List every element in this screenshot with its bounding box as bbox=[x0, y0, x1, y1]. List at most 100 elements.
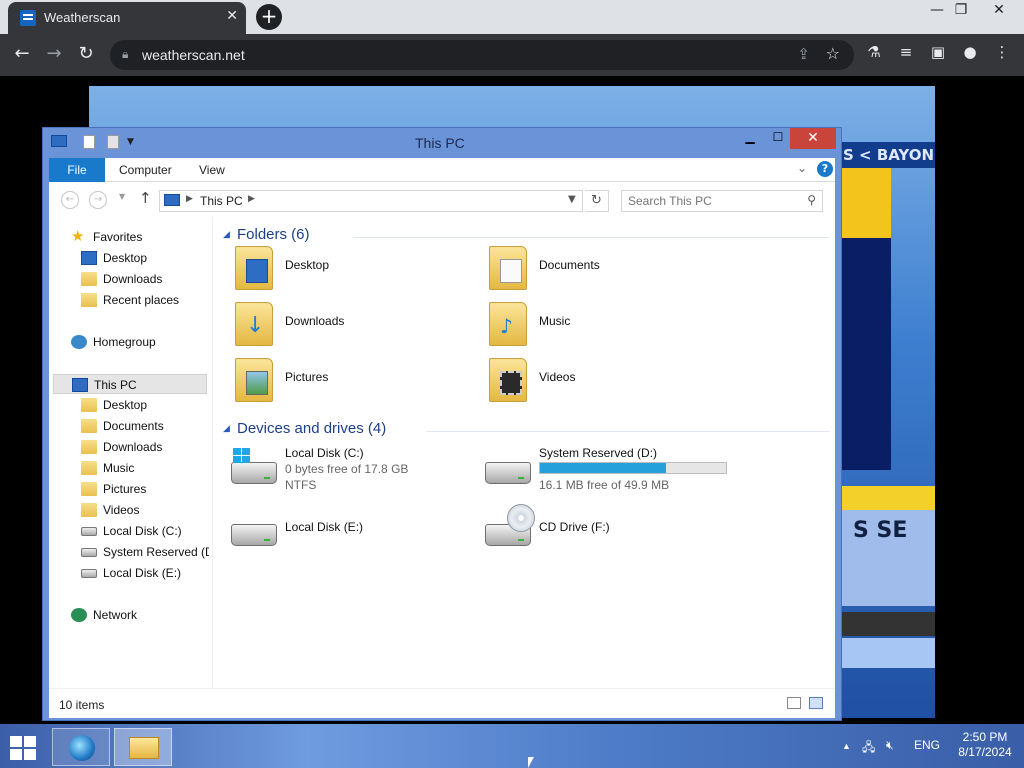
network-tray-icon[interactable]: 🖧︎ bbox=[862, 738, 875, 759]
forward-icon[interactable]: → bbox=[42, 43, 66, 64]
item-count: 10 items bbox=[59, 698, 105, 712]
folder-music[interactable]: ♪ Music bbox=[489, 300, 689, 352]
profile-icon[interactable]: ● bbox=[958, 43, 982, 61]
breadcrumb[interactable]: This PC bbox=[200, 194, 243, 208]
new-folder-icon[interactable] bbox=[107, 135, 119, 149]
homegroup-icon bbox=[71, 335, 87, 349]
drive-name: System Reserved (D:) bbox=[539, 446, 658, 460]
folders-group-header[interactable]: ◢ Folders (6) bbox=[223, 226, 343, 246]
group-label: Folders (6) bbox=[237, 226, 310, 243]
recent-locations-icon[interactable]: ▼ bbox=[119, 192, 125, 201]
collapse-arrow-icon[interactable]: ◢ bbox=[223, 423, 230, 434]
folder-videos[interactable]: Videos bbox=[489, 356, 689, 408]
refresh-button[interactable]: ↻ bbox=[585, 190, 609, 212]
downloads-folder-icon bbox=[81, 272, 97, 286]
browser-tab[interactable]: Weatherscan ✕ bbox=[8, 2, 246, 34]
up-icon[interactable]: ↑ bbox=[139, 189, 152, 207]
tab-view[interactable]: View bbox=[199, 158, 225, 182]
drive-e[interactable]: Local Disk (E:) bbox=[231, 518, 431, 558]
videos-folder-icon bbox=[489, 358, 527, 402]
reading-list-icon[interactable]: ≡ bbox=[894, 43, 918, 61]
back-button[interactable]: ← bbox=[61, 191, 79, 209]
nav-label: Music bbox=[103, 461, 135, 475]
folder-name: Music bbox=[539, 314, 571, 328]
side-panel-icon[interactable]: ▣ bbox=[926, 43, 950, 61]
drive-filesystem: NTFS bbox=[285, 478, 317, 492]
drive-f[interactable]: CD Drive (F:) bbox=[485, 502, 685, 558]
drive-d[interactable]: System Reserved (D:) 16.1 MB free of 49.… bbox=[485, 446, 745, 496]
drive-name: Local Disk (E:) bbox=[285, 520, 364, 534]
share-icon[interactable]: ⇪ bbox=[797, 45, 810, 63]
ribbon: File Computer View ⌄ ? bbox=[49, 158, 835, 182]
folder-desktop[interactable]: Desktop bbox=[235, 244, 435, 296]
expand-ribbon-icon[interactable]: ⌄ bbox=[797, 161, 807, 175]
taskbar-file-explorer[interactable] bbox=[114, 728, 172, 766]
nav-label: This PC bbox=[94, 378, 137, 392]
address-dropdown-icon[interactable]: ▼ bbox=[568, 194, 576, 205]
computer-icon bbox=[164, 194, 180, 206]
hard-drive-icon bbox=[485, 462, 531, 484]
details-view-icon[interactable] bbox=[787, 697, 801, 709]
browser-restore-button[interactable]: ❐ bbox=[946, 2, 976, 18]
nav-this-pc[interactable]: This PC bbox=[53, 374, 207, 394]
clock-time: 2:50 PM bbox=[962, 730, 1008, 744]
new-tab-button[interactable]: + bbox=[256, 4, 282, 30]
tab-computer[interactable]: Computer bbox=[119, 158, 172, 182]
language-indicator[interactable]: ENG bbox=[914, 738, 940, 752]
nav-label: Recent places bbox=[103, 293, 180, 307]
nav-label: Videos bbox=[103, 503, 140, 517]
devices-group-header[interactable]: ◢ Devices and drives (4) bbox=[223, 420, 393, 440]
tab-close-icon[interactable]: ✕ bbox=[226, 7, 238, 24]
back-icon[interactable]: ← bbox=[10, 43, 34, 64]
search-input[interactable] bbox=[628, 193, 796, 209]
folder-pictures[interactable]: Pictures bbox=[235, 356, 435, 408]
menu-kebab-icon[interactable]: ⋮ bbox=[990, 43, 1014, 61]
close-button[interactable]: ✕ bbox=[790, 128, 836, 149]
taskbar-internet-explorer[interactable] bbox=[52, 728, 110, 766]
file-explorer-icon bbox=[129, 737, 159, 759]
lock-icon[interactable]: 🔒︎ bbox=[122, 47, 128, 62]
address-box[interactable]: ▶ This PC ▶ ▼ bbox=[159, 190, 583, 212]
volume-muted-icon[interactable]: 🔇︎ bbox=[886, 738, 894, 753]
clock[interactable]: 2:50 PM 8/17/2024 bbox=[952, 730, 1018, 760]
star-icon: ★ bbox=[71, 228, 85, 245]
help-icon[interactable]: ? bbox=[817, 161, 833, 177]
weather-map bbox=[841, 168, 891, 470]
nav-label: Homegroup bbox=[93, 335, 156, 349]
bookmark-star-icon[interactable]: ☆ bbox=[826, 44, 840, 63]
navigation-bar: ← → ▼ ↑ ▶ This PC ▶ ▼ ↻ ⚲ bbox=[49, 182, 835, 218]
breadcrumb-chevron-icon[interactable]: ▶ bbox=[186, 194, 193, 204]
search-icon[interactable]: ⚲ bbox=[807, 193, 816, 207]
address-bar[interactable]: 🔒︎ weatherscan.net ⇪ ☆ bbox=[110, 40, 854, 70]
explorer-title-bar[interactable]: ▼ This PC ▁ ☐ ✕ bbox=[43, 128, 841, 156]
url-text: weatherscan.net bbox=[142, 47, 245, 63]
minimize-button[interactable]: ▁ bbox=[739, 130, 761, 144]
clock-date: 8/17/2024 bbox=[958, 745, 1012, 759]
breadcrumb-chevron-icon[interactable]: ▶ bbox=[248, 194, 255, 204]
properties-icon[interactable] bbox=[83, 135, 95, 149]
collapse-arrow-icon[interactable]: ◢ bbox=[223, 229, 230, 240]
folder-icon bbox=[81, 503, 97, 517]
tab-file[interactable]: File bbox=[49, 158, 105, 182]
taskbar: ▲ 🖧︎ 🔇︎ ENG 2:50 PM 8/17/2024 bbox=[0, 724, 1024, 768]
browser-toolbar: ← → ↻ 🔒︎ weatherscan.net ⇪ ☆ ⚗ ≡ ▣ ● ⋮ bbox=[0, 34, 1024, 76]
customize-toolbar-icon[interactable]: ▼ bbox=[127, 137, 134, 147]
folder-downloads[interactable]: ↓ Downloads bbox=[235, 300, 435, 352]
nav-pc-disk-d[interactable]: System Reserved (D:) bbox=[81, 542, 209, 562]
group-divider bbox=[353, 237, 829, 238]
search-box[interactable]: ⚲ bbox=[621, 190, 823, 212]
tab-title: Weatherscan bbox=[44, 10, 121, 25]
large-icons-view-icon[interactable] bbox=[809, 697, 823, 709]
reload-icon[interactable]: ↻ bbox=[74, 43, 98, 64]
start-button[interactable] bbox=[8, 734, 38, 760]
maximize-button[interactable]: ☐ bbox=[767, 130, 789, 144]
this-pc-icon bbox=[51, 135, 67, 147]
weather-ticker: S < BAYONI bbox=[841, 142, 935, 168]
folder-documents[interactable]: Documents bbox=[489, 244, 689, 296]
group-divider bbox=[427, 431, 829, 432]
forward-button[interactable]: → bbox=[89, 191, 107, 209]
labs-flask-icon[interactable]: ⚗ bbox=[862, 43, 886, 61]
drive-c[interactable]: Local Disk (C:) 0 bytes free of 17.8 GB … bbox=[231, 446, 471, 496]
browser-close-button[interactable]: ✕ bbox=[984, 2, 1014, 18]
show-hidden-icons-icon[interactable]: ▲ bbox=[842, 741, 851, 751]
